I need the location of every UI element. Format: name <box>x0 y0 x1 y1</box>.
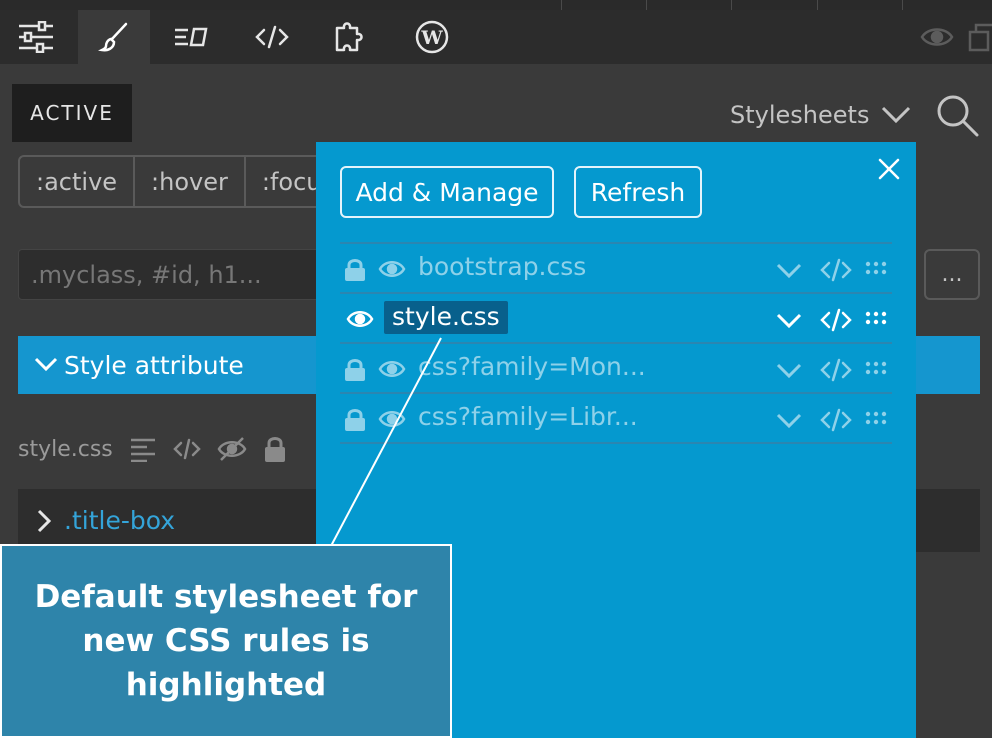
current-stylesheet-line: style.css <box>18 430 287 468</box>
stylesheet-row[interactable]: css?family=Libr... <box>340 394 892 444</box>
stylesheet-actions <box>776 408 908 432</box>
eye-icon[interactable] <box>920 26 954 48</box>
chevron-down-icon[interactable] <box>776 258 820 282</box>
svg-text:W: W <box>420 27 443 49</box>
pseudo-state-group: :active :hover :focu <box>18 155 340 208</box>
window-icon[interactable] <box>968 22 992 52</box>
stylesheet-row[interactable]: bootstrap.css <box>340 244 892 294</box>
eye-icon[interactable] <box>378 259 406 279</box>
stylesheet-row[interactable]: css?family=Mon... <box>340 344 892 394</box>
divider <box>731 0 732 10</box>
code-icon[interactable] <box>820 358 864 382</box>
divider <box>817 0 818 10</box>
tool-settings[interactable] <box>0 10 72 64</box>
stylesheets-label: Stylesheets <box>730 101 870 129</box>
chevron-right-icon <box>37 509 52 532</box>
lock-icon <box>345 409 365 431</box>
settings-sliders-icon <box>19 21 53 53</box>
add-manage-button[interactable]: Add & Manage <box>340 166 554 218</box>
main-toolbar: W <box>0 10 992 64</box>
code-icon[interactable] <box>173 438 201 460</box>
pseudo-hover-button[interactable]: :hover <box>135 157 246 206</box>
toolbar-right <box>920 10 992 64</box>
rule-selector: .title-box <box>64 506 176 535</box>
stylesheets-dropdown[interactable]: Stylesheets <box>730 98 911 132</box>
close-icon[interactable] <box>876 156 902 182</box>
chevron-down-icon[interactable] <box>776 408 820 432</box>
top-strip <box>0 0 992 10</box>
align-left-icon[interactable] <box>129 436 157 462</box>
selector-input[interactable]: .myclass, #id, h1... <box>18 249 328 300</box>
chevron-down-icon <box>882 106 911 124</box>
style-attribute-label: Style attribute <box>64 350 244 380</box>
tool-text[interactable] <box>155 10 227 64</box>
drag-handle-icon[interactable] <box>864 258 908 282</box>
stylesheet-name: bootstrap.css <box>418 252 587 281</box>
refresh-button[interactable]: Refresh <box>574 166 702 218</box>
eye-icon[interactable] <box>378 359 406 379</box>
brush-icon <box>98 22 128 52</box>
more-button[interactable]: ... <box>924 249 980 300</box>
code-icon <box>255 25 289 49</box>
current-stylesheet-name: style.css <box>18 436 113 462</box>
tool-plugins[interactable] <box>315 10 387 64</box>
lock-icon <box>345 359 365 381</box>
stylesheet-actions <box>776 358 908 382</box>
divider <box>561 0 562 10</box>
stylesheet-name: css?family=Mon... <box>418 352 646 381</box>
code-icon[interactable] <box>820 408 864 432</box>
chevron-down-icon[interactable] <box>776 358 820 382</box>
drag-handle-icon[interactable] <box>864 358 908 382</box>
puzzle-icon <box>335 22 363 52</box>
divider <box>902 0 903 10</box>
tool-wordpress[interactable]: W <box>396 10 468 64</box>
tab-active[interactable]: ACTIVE <box>12 84 132 142</box>
code-icon[interactable] <box>820 308 864 332</box>
chevron-down-icon <box>34 357 58 372</box>
search-button[interactable] <box>936 94 980 138</box>
stylesheet-name: style.css <box>384 301 508 334</box>
wordpress-icon: W <box>415 20 449 54</box>
eye-icon[interactable] <box>346 309 374 329</box>
stylesheet-actions <box>776 308 908 332</box>
callout-box: Default stylesheet for new CSS rules is … <box>0 544 452 738</box>
lock-icon[interactable] <box>263 435 287 463</box>
tool-code[interactable] <box>236 10 308 64</box>
drag-handle-icon[interactable] <box>864 408 908 432</box>
search-icon <box>937 95 979 137</box>
divider <box>646 0 647 10</box>
pseudo-active-button[interactable]: :active <box>20 157 136 206</box>
eye-off-icon[interactable] <box>217 436 247 462</box>
drag-handle-icon[interactable] <box>864 308 908 332</box>
stylesheet-actions <box>776 258 908 282</box>
stylesheet-row-default[interactable]: style.css <box>340 294 892 344</box>
text-box-icon <box>175 27 208 47</box>
stylesheet-list: bootstrap.css style.css css?family=Mon..… <box>340 242 892 444</box>
lock-icon <box>345 259 365 281</box>
stylesheet-name: css?family=Libr... <box>418 402 638 431</box>
tool-style[interactable] <box>78 10 150 64</box>
callout-text: Default stylesheet for new CSS rules is … <box>34 579 418 703</box>
chevron-down-icon[interactable] <box>776 308 820 332</box>
eye-icon[interactable] <box>378 409 406 429</box>
code-icon[interactable] <box>820 258 864 282</box>
